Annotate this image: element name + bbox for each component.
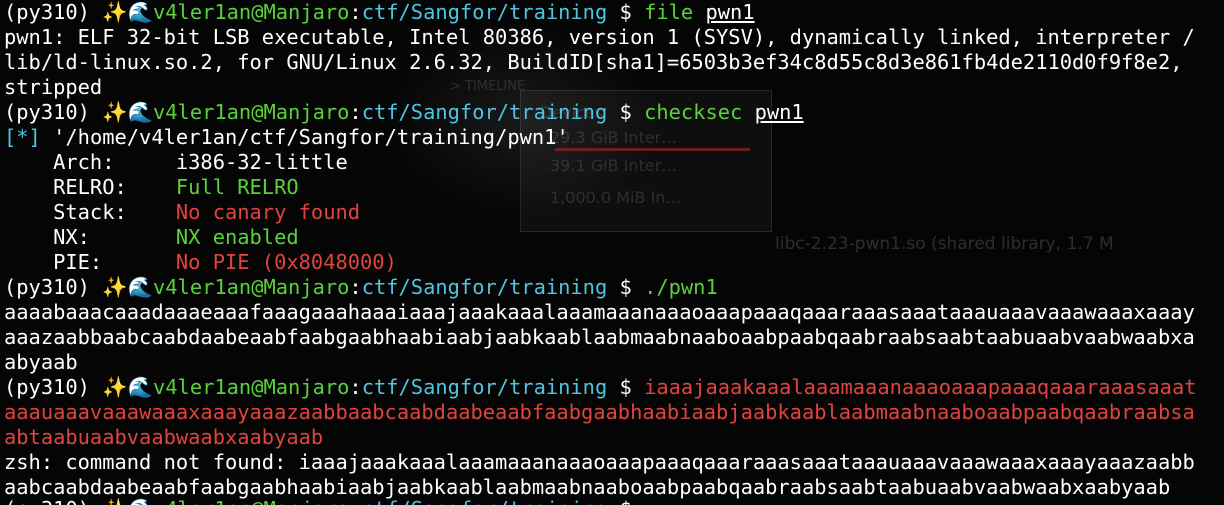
wave-icon: 🌊 xyxy=(128,497,153,505)
checksec-label: NX: xyxy=(4,225,176,249)
checksec-value: Full RELRO xyxy=(175,175,299,199)
command-name: ./pwn1 xyxy=(644,275,718,299)
prompt-line: (py310) ✨🌊v4ler1an@Manjaro:ctf/Sangfor/t… xyxy=(4,275,1222,300)
checksec-row-relro: RELRO: Full RELRO xyxy=(4,175,1222,200)
wave-icon: 🌊 xyxy=(127,0,153,24)
output-line: stripped xyxy=(4,75,103,99)
program-output-line: abyaab xyxy=(4,350,78,374)
prompt-line: (py310) ✨🌊v4ler1an@Manjaro:ctf/Sangfor/t… xyxy=(4,100,1222,125)
prompt-env: (py310) xyxy=(4,275,90,299)
sparkle-icon: ✨ xyxy=(102,275,128,299)
prompt-env: (py310) xyxy=(4,100,90,124)
checksec-value: No canary found xyxy=(175,200,361,224)
prompt-user-host: v4ler1an@Manjaro xyxy=(153,375,350,399)
checksec-row-nx: NX: NX enabled xyxy=(4,225,1222,250)
prompt-path: ctf/Sangfor/training xyxy=(361,275,608,299)
prompt-symbol: $ xyxy=(607,275,645,299)
error-line: zsh: command not found: iaaajaaakaaalaaa… xyxy=(4,450,1195,474)
info-marker: [*] xyxy=(4,125,41,149)
prompt-user-host: v4ler1an@Manjaro xyxy=(153,275,350,299)
prompt-path: ctf/Sangfor/training xyxy=(362,497,608,505)
prompt-symbol: $ xyxy=(607,0,645,24)
sparkle-icon: ✨ xyxy=(102,497,127,505)
invalid-command-continuation: abtaabuaabvaabwaabxaabyaab xyxy=(4,425,324,449)
sparkle-icon: ✨ xyxy=(102,0,128,24)
terminal-output: (py310) ✨🌊v4ler1an@Manjaro:ctf/Sangfor/t… xyxy=(4,0,1222,500)
prompt-colon: : xyxy=(349,497,361,505)
checksec-row-stack: Stack: No canary found xyxy=(4,200,1222,225)
prompt-path: ctf/Sangfor/training xyxy=(361,0,608,24)
prompt-line: (py310) ✨🌊v4ler1an@Manjaro:ctf/Sangfor/t… xyxy=(4,375,1222,400)
prompt-line: (py310) ✨🌊v4ler1an@Manjaro:ctf/Sangfor/t… xyxy=(4,0,1222,25)
prompt-symbol: $ xyxy=(607,375,645,399)
prompt-user-host: v4ler1an@Manjaro xyxy=(153,100,350,124)
checksec-label: Arch: xyxy=(4,150,176,174)
wave-icon: 🌊 xyxy=(127,100,153,124)
output-line: lib/ld-linux.so.2, for GNU/Linux 2.6.32,… xyxy=(4,50,1183,74)
invalid-command-continuation: aaauaaavaaawaaaxaaayaaazaabbaabcaabdaabe… xyxy=(4,400,1195,424)
checksec-path: '/home/v4ler1an/ctf/Sangfor/training/pwn… xyxy=(40,125,569,149)
wave-icon: 🌊 xyxy=(127,375,153,399)
checksec-value: No PIE (0x8048000) xyxy=(175,250,397,274)
checksec-value: NX enabled xyxy=(175,225,299,249)
prompt-colon: : xyxy=(349,375,362,399)
prompt-symbol: $ xyxy=(607,100,645,124)
prompt-colon: : xyxy=(349,0,362,24)
checksec-value: i386-32-little xyxy=(175,150,348,174)
checksec-header: [*] '/home/v4ler1an/ctf/Sangfor/training… xyxy=(4,125,1222,150)
prompt-colon: : xyxy=(349,100,362,124)
invalid-command: iaaajaaakaaalaaamaaanaaaoaaapaaaqaaaraaa… xyxy=(644,375,1197,399)
command-argument[interactable]: pwn1 xyxy=(705,0,754,24)
checksec-label: PIE: xyxy=(4,250,176,274)
sparkle-icon: ✨ xyxy=(102,375,128,399)
terminal-window[interactable]: > TIMELINE Devices 29.3 GiB Inter… 39.1 … xyxy=(0,0,1224,505)
prompt-env: (py310) xyxy=(4,375,90,399)
command-name: checksec xyxy=(644,100,743,124)
checksec-row-arch: Arch: i386-32-little xyxy=(4,150,1222,175)
program-output-line: aaaabaaacaaadaaaeaaafaaagaaahaaaiaaajaaa… xyxy=(4,300,1195,324)
command-name: file xyxy=(644,0,694,24)
prompt-symbol: $ xyxy=(607,497,644,505)
cutoff-prompt-line: (py310) ✨🌊v4ler1an@Manjaro:ctf/Sangfor/t… xyxy=(4,497,644,505)
wave-icon: 🌊 xyxy=(127,275,153,299)
checksec-row-pie: PIE: No PIE (0x8048000) xyxy=(4,250,1222,275)
output-line: pwn1: ELF 32-bit LSB executable, Intel 8… xyxy=(4,25,1195,49)
program-output-line: aaazaabbaabcaabdaabeaabfaabgaabhaabiaabj… xyxy=(4,325,1195,349)
prompt-user-host: v4ler1an@Manjaro xyxy=(153,497,349,505)
prompt-path: ctf/Sangfor/training xyxy=(361,375,608,399)
checksec-label: RELRO: xyxy=(4,175,176,199)
prompt-env: (py310) xyxy=(4,0,90,24)
prompt-user-host: v4ler1an@Manjaro xyxy=(153,0,350,24)
checksec-label: Stack: xyxy=(4,200,176,224)
prompt-env: (py310) xyxy=(4,497,90,505)
prompt-colon: : xyxy=(349,275,362,299)
prompt-path: ctf/Sangfor/training xyxy=(361,100,608,124)
command-argument[interactable]: pwn1 xyxy=(755,100,804,124)
sparkle-icon: ✨ xyxy=(102,100,128,124)
